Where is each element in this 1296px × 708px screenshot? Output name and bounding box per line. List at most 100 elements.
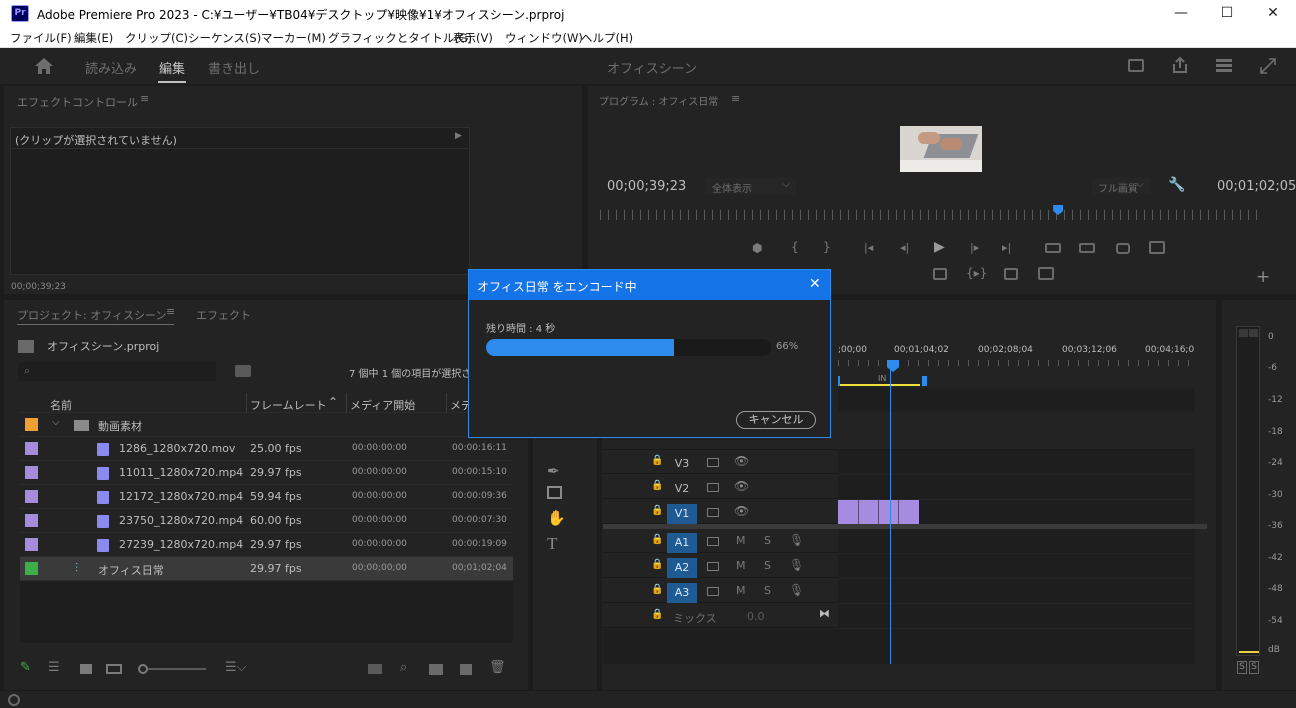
- sync-lock-icon[interactable]: [707, 458, 719, 467]
- mix-value[interactable]: 0.0: [747, 610, 765, 623]
- pen-tool-icon[interactable]: ✒: [547, 462, 560, 480]
- add-marker-icon[interactable]: ⬢: [752, 241, 762, 255]
- menu-file[interactable]: ファイル(F): [10, 30, 72, 46]
- program-time-ruler[interactable]: [600, 210, 1264, 220]
- sort-ascending-icon[interactable]: ⌃: [328, 395, 338, 409]
- lock-icon[interactable]: 🔒: [651, 480, 663, 491]
- microphone-icon[interactable]: 🎙: [789, 583, 804, 597]
- column-media-start[interactable]: メディア開始: [350, 397, 415, 413]
- solo-button[interactable]: S: [764, 559, 771, 572]
- track-name-v3[interactable]: V3: [667, 454, 697, 474]
- go-to-in-icon[interactable]: |◂: [864, 241, 873, 254]
- solo-button[interactable]: S: [764, 534, 771, 547]
- zoom-slider[interactable]: [148, 668, 206, 670]
- microphone-icon[interactable]: 🎙: [789, 558, 804, 572]
- menu-sequence[interactable]: シーケンス(S): [188, 30, 261, 46]
- find-icon[interactable]: ⌕: [400, 660, 407, 675]
- expand-chevron-icon[interactable]: ⌵: [52, 417, 60, 428]
- trash-icon[interactable]: 🗑: [489, 660, 506, 675]
- hand-tool-icon[interactable]: ✋: [547, 509, 566, 527]
- dialog-close-button[interactable]: ✕: [809, 276, 821, 292]
- fullscreen-icon[interactable]: [1259, 57, 1277, 75]
- menu-window[interactable]: ウィンドウ(W): [505, 30, 583, 46]
- track-name-v1[interactable]: V1: [667, 504, 697, 524]
- menu-clip[interactable]: クリップ(C): [125, 30, 188, 46]
- label-swatch[interactable]: [25, 514, 38, 527]
- list-item[interactable]: 27239_1280x720.mp4 29.97 fps 00:00:00:00…: [20, 533, 513, 557]
- label-swatch[interactable]: [25, 562, 38, 575]
- sync-lock-icon[interactable]: [707, 537, 719, 546]
- pencil-icon[interactable]: ✎: [20, 660, 31, 675]
- program-monitor-title[interactable]: プログラム : オフィス日常: [599, 93, 718, 108]
- menu-help[interactable]: ヘルプ(H): [581, 30, 633, 46]
- maximize-button[interactable]: ☐: [1204, 0, 1250, 27]
- button-editor-plus-icon[interactable]: +: [1256, 267, 1270, 287]
- track-name-a2[interactable]: A2: [667, 558, 697, 578]
- new-bin-icon[interactable]: [429, 664, 443, 675]
- freeform-view-icon[interactable]: [106, 664, 122, 674]
- lock-icon[interactable]: 🔒: [651, 505, 663, 516]
- collapse-arrow-icon[interactable]: ▶: [455, 131, 462, 141]
- list-item-selected[interactable]: ⫶ オフィス日常 29.97 fps 00;00;00;00 00;01;02;…: [20, 557, 513, 581]
- lock-icon[interactable]: 🔒: [651, 559, 663, 570]
- tab-export[interactable]: 書き出し: [208, 58, 260, 77]
- lock-icon[interactable]: 🔒: [651, 584, 663, 595]
- work-area-bar[interactable]: [840, 384, 920, 386]
- extract-icon[interactable]: [1079, 243, 1095, 253]
- mute-button[interactable]: M: [736, 559, 746, 572]
- workspaces-menu-icon[interactable]: [1215, 57, 1233, 73]
- cancel-button[interactable]: キャンセル: [736, 411, 816, 429]
- menu-marker[interactable]: マーカー(M): [261, 30, 326, 46]
- label-swatch[interactable]: [25, 466, 38, 479]
- panel-menu-icon[interactable]: ≡: [140, 92, 149, 105]
- home-icon[interactable]: [34, 57, 54, 75]
- wrench-icon[interactable]: 🔧: [1168, 177, 1185, 193]
- zoom-select[interactable]: 全体表示 ⌵: [706, 178, 796, 195]
- sort-icon[interactable]: ☰⌵: [225, 660, 247, 675]
- column-name[interactable]: 名前: [50, 397, 72, 413]
- step-forward-icon[interactable]: |▸: [970, 241, 979, 254]
- insert-icon[interactable]: [933, 268, 947, 280]
- icon-view-icon[interactable]: [80, 664, 92, 674]
- share-icon[interactable]: [1171, 56, 1189, 74]
- track-name-a3[interactable]: A3: [667, 583, 697, 603]
- compare-view-icon[interactable]: [1149, 241, 1165, 254]
- sync-lock-icon[interactable]: [707, 562, 719, 571]
- tab-import[interactable]: 読み込み: [85, 58, 137, 77]
- label-swatch[interactable]: [25, 418, 38, 431]
- menu-edit[interactable]: 編集(E): [74, 30, 113, 46]
- zoom-slider-handle[interactable]: [138, 664, 148, 674]
- tab-project[interactable]: プロジェクト: オフィスシーン: [17, 307, 166, 323]
- export-frame-icon[interactable]: [1004, 268, 1018, 280]
- project-search-input[interactable]: ⌕: [18, 362, 216, 381]
- lock-icon[interactable]: 🔒: [651, 609, 663, 620]
- work-area-out[interactable]: [922, 376, 927, 386]
- lock-icon[interactable]: 🔒: [651, 534, 663, 545]
- sync-lock-icon[interactable]: [707, 508, 719, 517]
- rectangle-tool-icon[interactable]: [547, 486, 562, 499]
- overwrite-icon[interactable]: {▸}: [966, 266, 987, 280]
- menu-view[interactable]: 表示(V): [453, 30, 493, 46]
- automate-icon[interactable]: [368, 664, 382, 674]
- panel-menu-icon[interactable]: ≡: [166, 305, 175, 318]
- label-swatch[interactable]: [25, 442, 38, 455]
- solo-button[interactable]: S: [764, 584, 771, 597]
- eye-icon[interactable]: 👁: [734, 504, 749, 518]
- effect-controls-title[interactable]: エフェクトコントロール: [17, 94, 138, 110]
- mute-button[interactable]: M: [736, 584, 746, 597]
- tab-effects[interactable]: エフェクト: [196, 307, 251, 323]
- go-to-end-icon[interactable]: ⧓: [819, 607, 830, 620]
- sync-lock-icon[interactable]: [707, 587, 719, 596]
- camera-icon[interactable]: [1116, 243, 1130, 254]
- tab-edit[interactable]: 編集: [159, 58, 185, 77]
- type-tool-icon[interactable]: T: [547, 534, 557, 554]
- track-name-v2[interactable]: V2: [667, 479, 697, 499]
- track-name-a1[interactable]: A1: [667, 533, 697, 553]
- eye-icon[interactable]: 👁: [734, 454, 749, 468]
- solo-right-button[interactable]: S: [1249, 661, 1259, 674]
- lift-icon[interactable]: [1045, 243, 1061, 253]
- eye-icon[interactable]: 👁: [734, 479, 749, 493]
- mute-button[interactable]: M: [736, 534, 746, 547]
- lock-icon[interactable]: 🔒: [651, 455, 663, 466]
- label-swatch[interactable]: [25, 538, 38, 551]
